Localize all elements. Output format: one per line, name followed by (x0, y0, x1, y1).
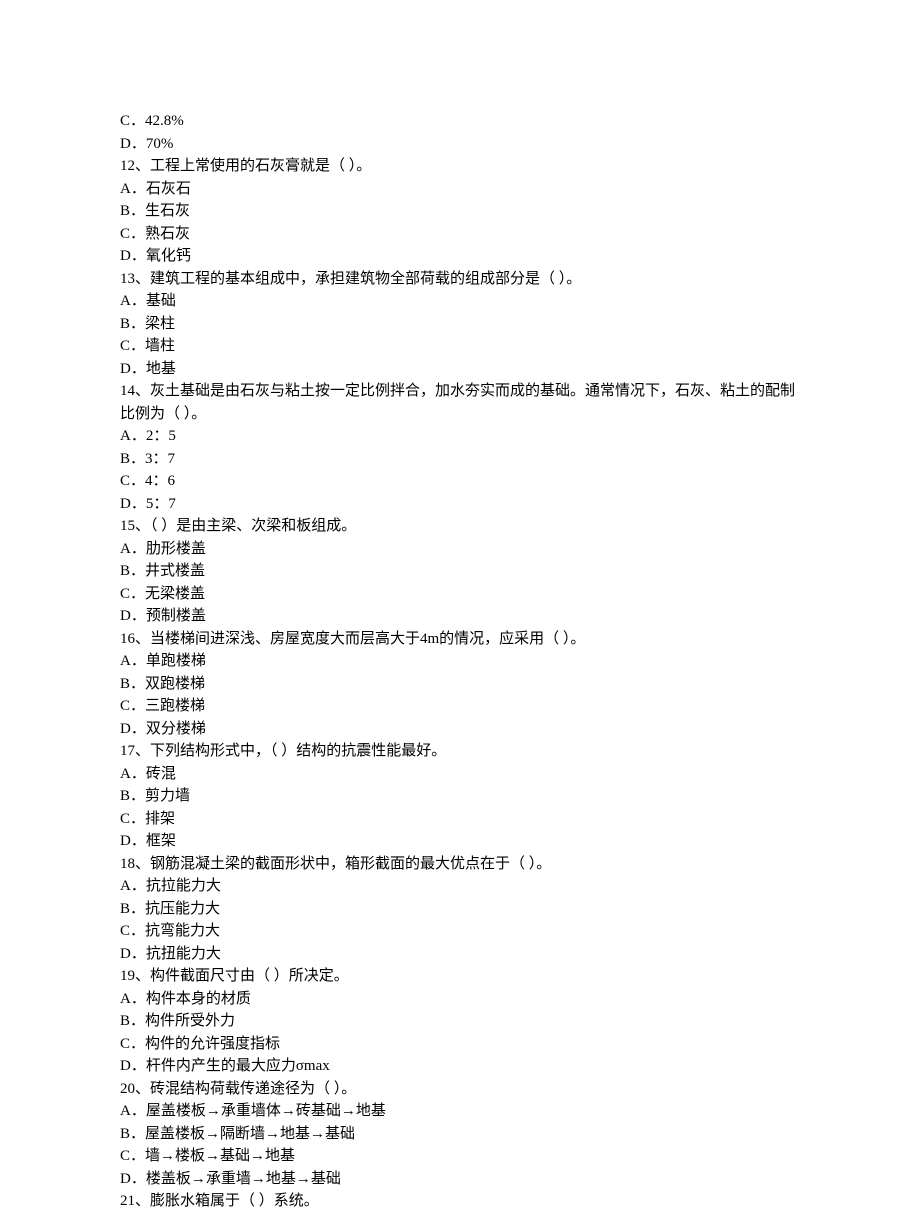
text-line: 15、（ ）是由主梁、次梁和板组成。 (120, 515, 800, 538)
text-line: B．抗压能力大 (120, 898, 800, 921)
text-line: B．双跑楼梯 (120, 673, 800, 696)
document-body: C．42.8% D．70% 12、工程上常使用的石灰膏就是（ ）。 A．石灰石 … (120, 110, 800, 1213)
text-line: A．构件本身的材质 (120, 988, 800, 1011)
text-line: D．氧化钙 (120, 245, 800, 268)
text-line: A．砖混 (120, 763, 800, 786)
text-line: A．肋形楼盖 (120, 538, 800, 561)
text-line: B．生石灰 (120, 200, 800, 223)
text-line: A．2：5 (120, 425, 800, 448)
text-line: C．抗弯能力大 (120, 920, 800, 943)
text-line: 20、砖混结构荷载传递途径为（ ）。 (120, 1078, 800, 1101)
text-line: D．70% (120, 133, 800, 156)
text-line: D．杆件内产生的最大应力σmax (120, 1055, 800, 1078)
text-line: A．单跑楼梯 (120, 650, 800, 673)
text-line: D．楼盖板→承重墙→地基→基础 (120, 1168, 800, 1191)
text-line: B．剪力墙 (120, 785, 800, 808)
text-line: A．石灰石 (120, 178, 800, 201)
text-line: D．预制楼盖 (120, 605, 800, 628)
text-line: A．基础 (120, 290, 800, 313)
text-line: D．5：7 (120, 493, 800, 516)
text-line: D．抗扭能力大 (120, 943, 800, 966)
text-line: C．4：6 (120, 470, 800, 493)
text-line: B．3：7 (120, 448, 800, 471)
text-line: 17、下列结构形式中，（ ）结构的抗震性能最好。 (120, 740, 800, 763)
text-line: D．地基 (120, 358, 800, 381)
text-line: A．屋盖楼板→承重墙体→砖基础→地基 (120, 1100, 800, 1123)
text-line: A．抗拉能力大 (120, 875, 800, 898)
text-line: 18、钢筋混凝土梁的截面形状中，箱形截面的最大优点在于（ ）。 (120, 853, 800, 876)
text-line: B．构件所受外力 (120, 1010, 800, 1033)
text-line: 21、膨胀水箱属于（ ）系统。 (120, 1190, 800, 1213)
text-line: 12、工程上常使用的石灰膏就是（ ）。 (120, 155, 800, 178)
text-line: C．三跑楼梯 (120, 695, 800, 718)
text-line: 14、灰土基础是由石灰与粘土按一定比例拌合，加水夯实而成的基础。通常情况下，石灰… (120, 380, 800, 425)
text-line: 13、建筑工程的基本组成中，承担建筑物全部荷载的组成部分是（ ）。 (120, 268, 800, 291)
text-line: D．双分楼梯 (120, 718, 800, 741)
text-line: C．42.8% (120, 110, 800, 133)
text-line: B．屋盖楼板→隔断墙→地基→基础 (120, 1123, 800, 1146)
text-line: C．墙柱 (120, 335, 800, 358)
text-line: B．井式楼盖 (120, 560, 800, 583)
text-line: B．梁柱 (120, 313, 800, 336)
text-line: D．框架 (120, 830, 800, 853)
text-line: C．熟石灰 (120, 223, 800, 246)
text-line: 16、当楼梯间进深浅、房屋宽度大而层高大于4m的情况，应采用（ ）。 (120, 628, 800, 651)
text-line: C．构件的允许强度指标 (120, 1033, 800, 1056)
text-line: C．排架 (120, 808, 800, 831)
text-line: 19、构件截面尺寸由（ ）所决定。 (120, 965, 800, 988)
text-line: C．墙→楼板→基础→地基 (120, 1145, 800, 1168)
text-line: C．无梁楼盖 (120, 583, 800, 606)
